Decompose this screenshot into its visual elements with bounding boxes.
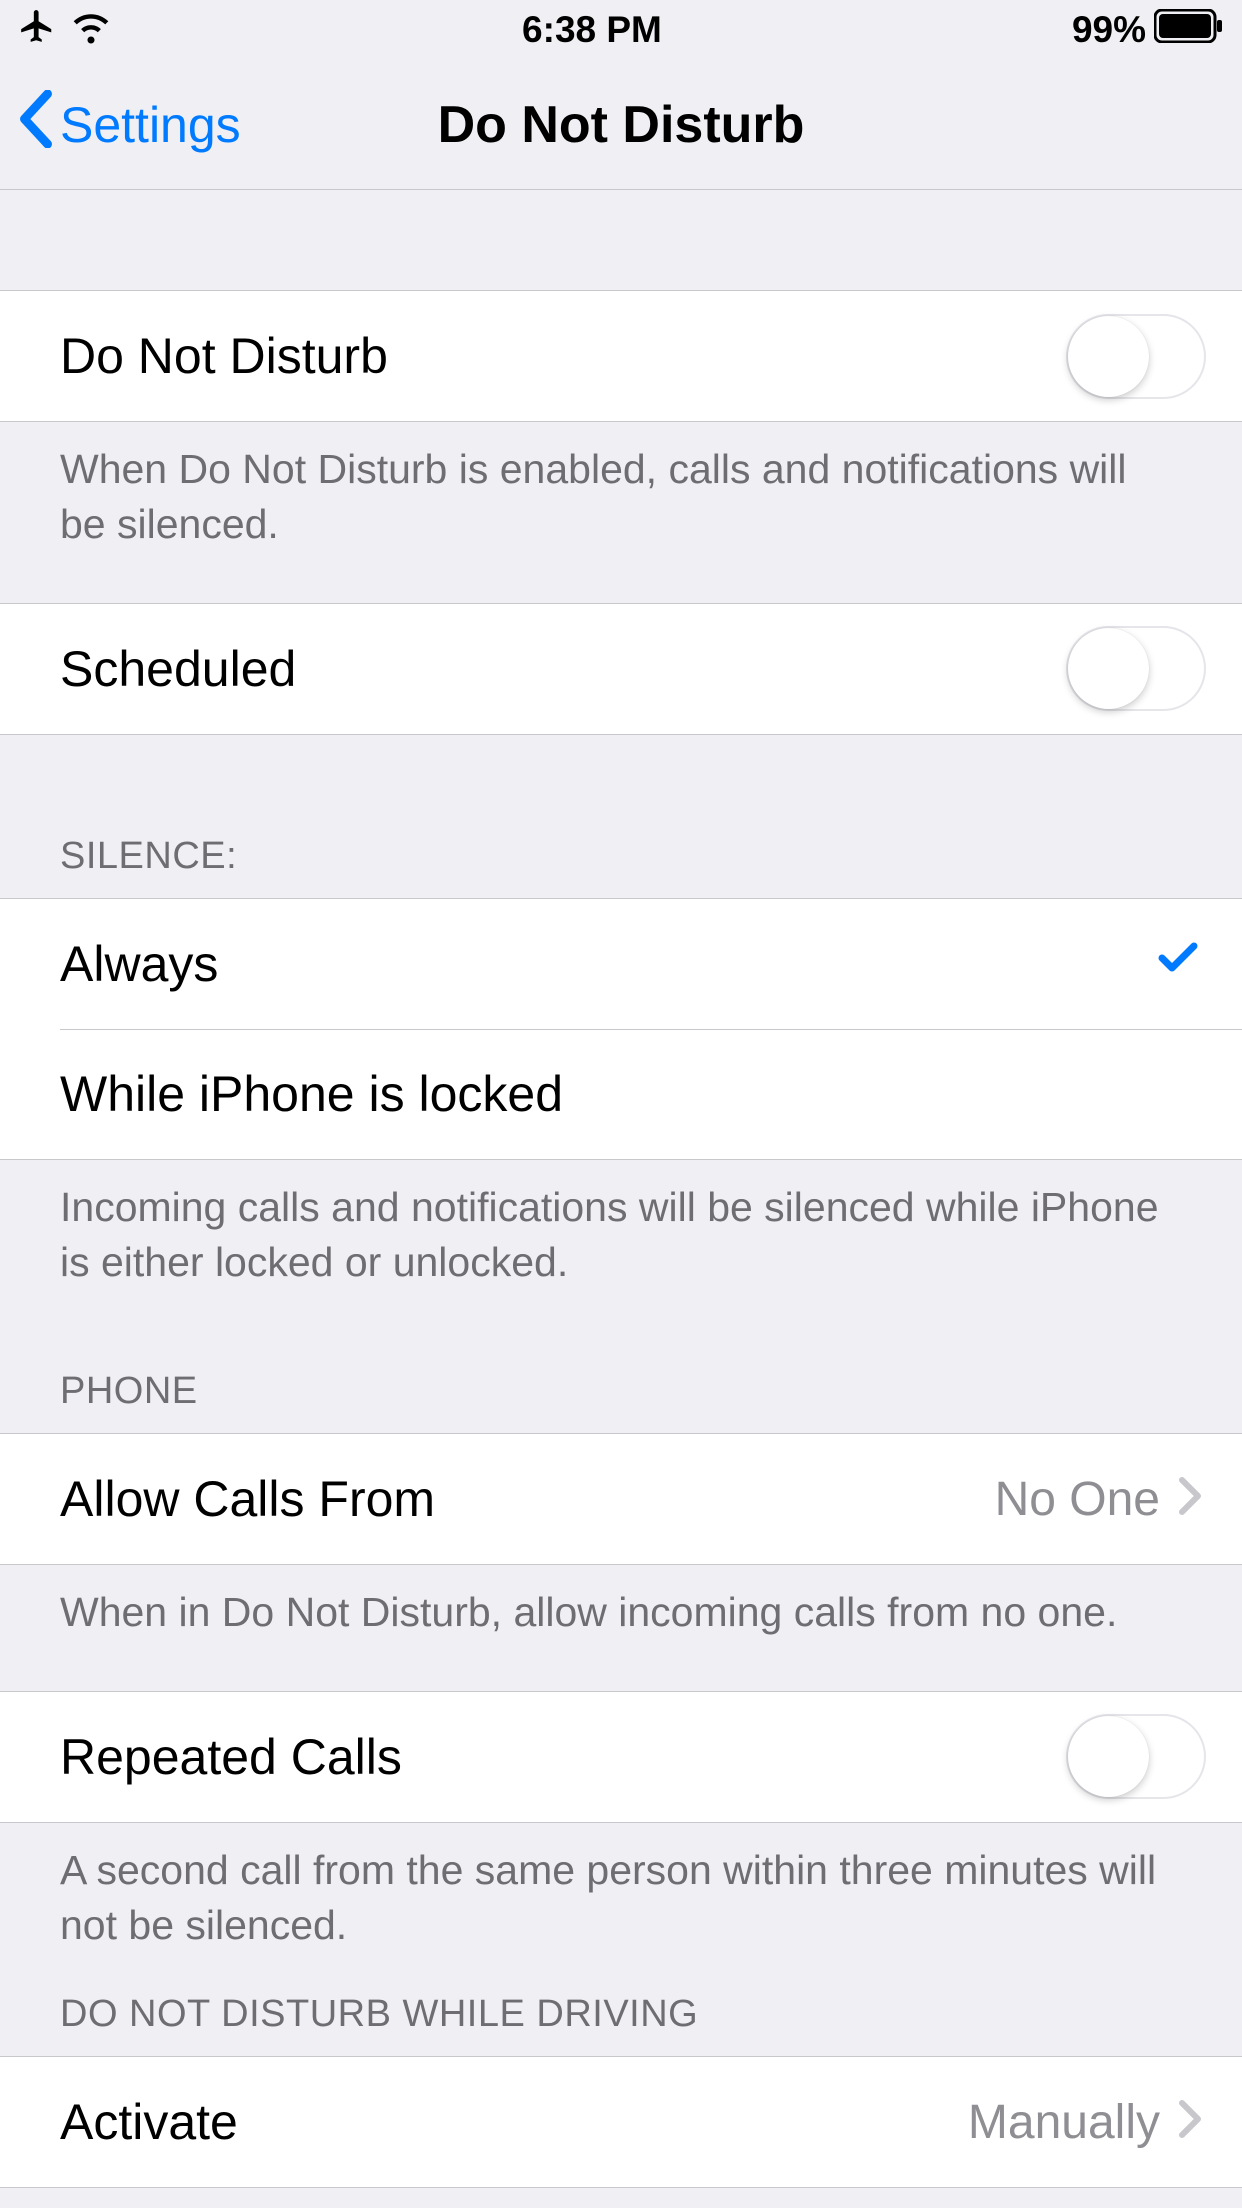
dnd-footer: When Do Not Disturb is enabled, calls an… <box>0 422 1242 573</box>
cell-group-repeated: Repeated Calls <box>0 1691 1242 1823</box>
airplane-mode-icon <box>18 7 56 54</box>
row-label: Repeated Calls <box>60 1728 1066 1786</box>
cell-group-allowcalls: Allow Calls From No One <box>0 1433 1242 1565</box>
row-repeated-calls[interactable]: Repeated Calls <box>0 1692 1242 1822</box>
chevron-right-icon <box>1178 2093 1202 2151</box>
row-label: Scheduled <box>60 640 1066 698</box>
row-scheduled[interactable]: Scheduled <box>0 604 1242 734</box>
status-right: 99% <box>1072 9 1224 52</box>
chevron-left-icon <box>18 90 54 160</box>
status-bar: 6:38 PM 99% <box>0 0 1242 60</box>
nav-bar: Settings Do Not Disturb <box>0 60 1242 190</box>
phone-header: PHONE <box>0 1310 1242 1433</box>
row-label: Activate <box>60 2093 968 2151</box>
row-allow-calls-from[interactable]: Allow Calls From No One <box>0 1434 1242 1564</box>
row-silence-locked[interactable]: While iPhone is locked <box>0 1029 1242 1159</box>
row-label: Allow Calls From <box>60 1470 995 1528</box>
row-silence-always[interactable]: Always <box>0 899 1242 1029</box>
table-view[interactable]: Do Not Disturb When Do Not Disturb is en… <box>0 190 1242 2188</box>
back-button[interactable]: Settings <box>0 90 241 160</box>
cell-group-driving: Activate Manually <box>0 2056 1242 2188</box>
repeated-footer: A second call from the same person withi… <box>0 1823 1242 1974</box>
back-label: Settings <box>60 96 241 154</box>
row-value: Manually <box>968 2095 1160 2150</box>
battery-percent: 99% <box>1072 9 1146 51</box>
allowcalls-footer: When in Do Not Disturb, allow incoming c… <box>0 1565 1242 1660</box>
row-activate[interactable]: Activate Manually <box>0 2057 1242 2187</box>
row-label: Always <box>60 935 1154 993</box>
row-label: Do Not Disturb <box>60 327 1066 385</box>
cell-group-dnd: Do Not Disturb <box>0 290 1242 422</box>
silence-footer: Incoming calls and notifications will be… <box>0 1160 1242 1311</box>
row-do-not-disturb[interactable]: Do Not Disturb <box>0 291 1242 421</box>
checkmark-icon <box>1154 934 1202 994</box>
cell-group-scheduled: Scheduled <box>0 603 1242 735</box>
status-time: 6:38 PM <box>112 9 1072 51</box>
battery-icon <box>1154 9 1224 52</box>
section-spacer <box>0 190 1242 290</box>
chevron-right-icon <box>1178 1470 1202 1528</box>
driving-header: DO NOT DISTURB WHILE DRIVING <box>0 1973 1242 2056</box>
row-value: No One <box>995 1472 1160 1527</box>
row-label: While iPhone is locked <box>60 1065 1202 1123</box>
status-left <box>18 5 112 56</box>
repeated-calls-toggle[interactable] <box>1066 1714 1206 1799</box>
do-not-disturb-toggle[interactable] <box>1066 314 1206 399</box>
wifi-icon <box>70 5 112 56</box>
silence-header: SILENCE: <box>0 735 1242 898</box>
scheduled-toggle[interactable] <box>1066 626 1206 711</box>
cell-group-silence: Always While iPhone is locked <box>0 898 1242 1160</box>
